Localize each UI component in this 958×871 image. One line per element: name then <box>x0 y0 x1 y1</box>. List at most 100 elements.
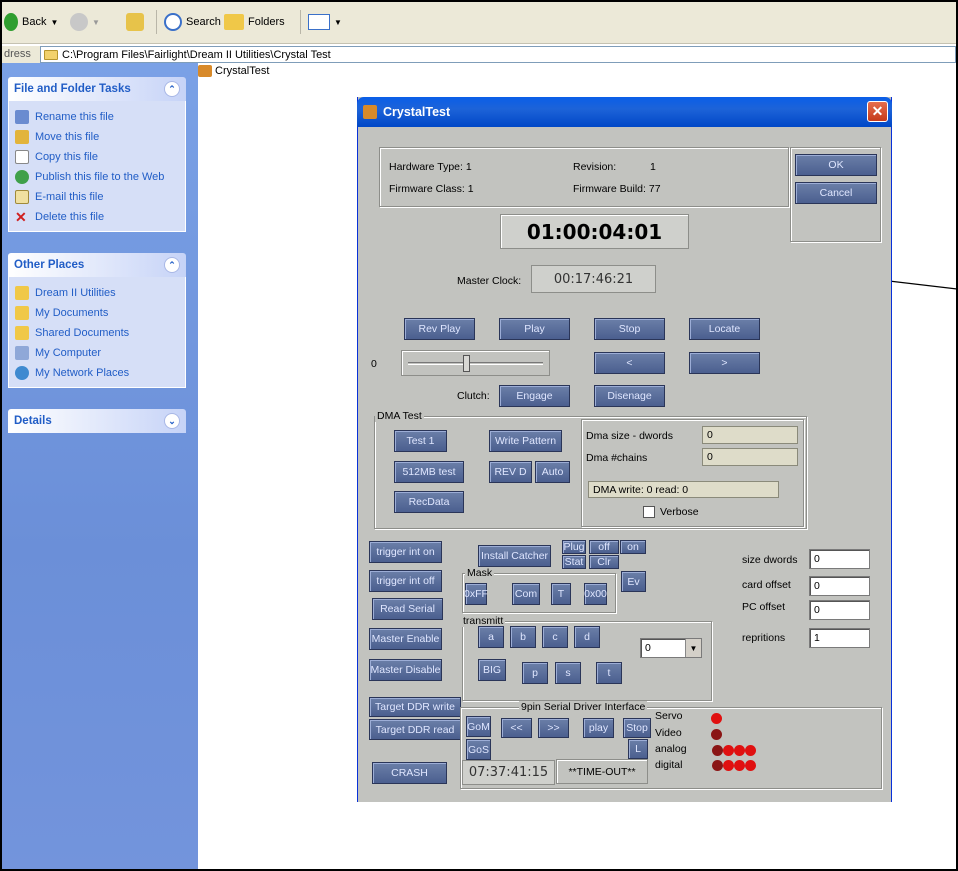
transmit-big-button[interactable]: BIG <box>478 659 506 681</box>
transmit-c-button[interactable]: c <box>542 626 568 648</box>
mask-0x00-button[interactable]: 0x00 <box>584 583 607 605</box>
512mb-test-button[interactable]: 512MB test <box>394 461 464 483</box>
rev-play-button[interactable]: Rev Play <box>404 318 475 340</box>
ev-button[interactable]: Ev <box>621 571 646 592</box>
file-item[interactable]: CrystalTest <box>198 64 269 78</box>
transmit-p-button[interactable]: p <box>522 662 548 684</box>
collapse-icon[interactable]: ⌃ <box>164 257 180 273</box>
expand-icon[interactable]: ⌄ <box>164 413 180 429</box>
task-move[interactable]: Move this file <box>15 127 181 147</box>
task-email[interactable]: E-mail this file <box>15 187 181 207</box>
repritions-label: repritions <box>742 632 786 644</box>
slider-thumb[interactable] <box>462 355 470 372</box>
stat-button[interactable]: Stat <box>562 555 586 569</box>
gom-button[interactable]: GoM <box>466 716 491 737</box>
gos-button[interactable]: GoS <box>466 739 491 760</box>
serial-stop-button[interactable]: Stop <box>623 718 651 738</box>
back-button[interactable]: Back ▼ <box>4 12 58 32</box>
close-button[interactable]: ✕ <box>867 101 888 122</box>
up-button[interactable] <box>126 12 144 32</box>
serial-play-button[interactable]: play <box>583 718 614 738</box>
auto-button[interactable]: Auto <box>535 461 570 483</box>
place-network[interactable]: My Network Places <box>15 363 181 383</box>
repritions-input[interactable]: 1 <box>809 628 870 648</box>
address-input[interactable]: C:\Program Files\Fairlight\Dream II Util… <box>40 46 956 63</box>
video-label: Video <box>655 727 682 739</box>
documents-folder-icon <box>15 306 29 320</box>
recdata-button[interactable]: RecData <box>394 491 464 513</box>
off-button[interactable]: off <box>589 540 619 554</box>
crash-button[interactable]: CRASH <box>372 762 447 784</box>
target-ddr-read-button[interactable]: Target DDR read <box>369 719 461 740</box>
install-catcher-button[interactable]: Install Catcher <box>478 545 551 567</box>
explorer-window: Back ▼ ▼ Search Folders ▼ dress C:\Progr… <box>0 0 958 871</box>
mask-0xff-button[interactable]: 0xFF <box>464 583 488 605</box>
task-copy[interactable]: Copy this file <box>15 147 181 167</box>
l-button[interactable]: L <box>628 739 648 759</box>
play-button[interactable]: Play <box>499 318 570 340</box>
verbose-checkbox[interactable] <box>643 506 655 518</box>
mask-t-button[interactable]: T <box>551 583 571 605</box>
card-offset-input[interactable]: 0 <box>809 576 870 596</box>
place-my-documents[interactable]: My Documents <box>15 303 181 323</box>
forward-button[interactable]: ▼ <box>70 12 100 32</box>
other-places-header[interactable]: Other Places ⌃ <box>8 253 186 277</box>
collapse-icon[interactable]: ⌃ <box>164 81 180 97</box>
place-dream-utilities[interactable]: Dream II Utilities <box>15 283 181 303</box>
transmit-t-button[interactable]: t <box>596 662 622 684</box>
transmit-d-button[interactable]: d <box>574 626 600 648</box>
disengage-button[interactable]: Disenage <box>594 385 665 407</box>
target-ddr-write-button[interactable]: Target DDR write <box>369 697 461 717</box>
mask-com-button[interactable]: Com <box>512 583 540 605</box>
task-delete[interactable]: ✕ Delete this file <box>15 207 181 227</box>
transmit-b-button[interactable]: b <box>510 626 536 648</box>
stop-button[interactable]: Stop <box>594 318 665 340</box>
shared-folder-icon <box>15 326 29 340</box>
dialog-body: Hardware Type: 1 Firmware Class: 1 Revis… <box>358 127 891 802</box>
engage-button[interactable]: Engage <box>499 385 570 407</box>
analog-led <box>723 745 734 756</box>
servo-led <box>711 713 722 724</box>
serial-status: **TIME-OUT** <box>556 759 648 784</box>
on-button[interactable]: on <box>620 540 646 554</box>
pc-offset-input[interactable]: 0 <box>809 600 870 620</box>
locate-button[interactable]: Locate <box>689 318 760 340</box>
views-button[interactable]: ▼ <box>308 12 342 32</box>
chevron-down-icon: ▼ <box>92 17 100 27</box>
rev-d-button[interactable]: REV D <box>489 461 532 483</box>
size-dwords-input[interactable]: 0 <box>809 549 870 569</box>
computer-icon <box>15 346 29 360</box>
previous-button[interactable]: < <box>594 352 665 374</box>
shuttle-slider[interactable] <box>401 350 550 376</box>
fast-forward-button[interactable]: >> <box>538 718 569 738</box>
task-rename[interactable]: Rename this file <box>15 107 181 127</box>
trigger-int-on-button[interactable]: trigger int on <box>369 541 442 563</box>
transmit-a-button[interactable]: a <box>478 626 504 648</box>
write-pattern-button[interactable]: Write Pattern <box>489 430 562 452</box>
trigger-int-off-button[interactable]: trigger int off <box>369 570 442 592</box>
transmit-select[interactable]: 0 ▼ <box>640 638 702 658</box>
search-button[interactable]: Search <box>164 12 221 32</box>
next-button[interactable]: > <box>689 352 760 374</box>
read-serial-button[interactable]: Read Serial <box>372 598 443 620</box>
analog-led <box>745 745 756 756</box>
dma-size-field[interactable]: 0 <box>702 426 798 444</box>
clr-button[interactable]: Clr <box>589 555 619 569</box>
dma-chains-field[interactable]: 0 <box>702 448 798 466</box>
app-icon <box>363 105 377 119</box>
master-disable-button[interactable]: Master Disable <box>369 659 442 681</box>
transmit-s-button[interactable]: s <box>555 662 581 684</box>
details-header[interactable]: Details ⌄ <box>8 409 186 433</box>
test1-button[interactable]: Test 1 <box>394 430 447 452</box>
rewind-button[interactable]: << <box>501 718 532 738</box>
plug-button[interactable]: Plug <box>562 540 586 554</box>
hardware-info: Hardware Type: 1 Firmware Class: 1 Revis… <box>379 147 789 207</box>
file-folder-tasks-header[interactable]: File and Folder Tasks ⌃ <box>8 77 186 101</box>
place-my-computer[interactable]: My Computer <box>15 343 181 363</box>
task-publish[interactable]: Publish this file to the Web <box>15 167 181 187</box>
cancel-button[interactable]: Cancel <box>795 182 877 204</box>
master-enable-button[interactable]: Master Enable <box>369 628 442 650</box>
ok-button[interactable]: OK <box>795 154 877 176</box>
place-shared-documents[interactable]: Shared Documents <box>15 323 181 343</box>
folders-button[interactable]: Folders <box>224 12 285 32</box>
